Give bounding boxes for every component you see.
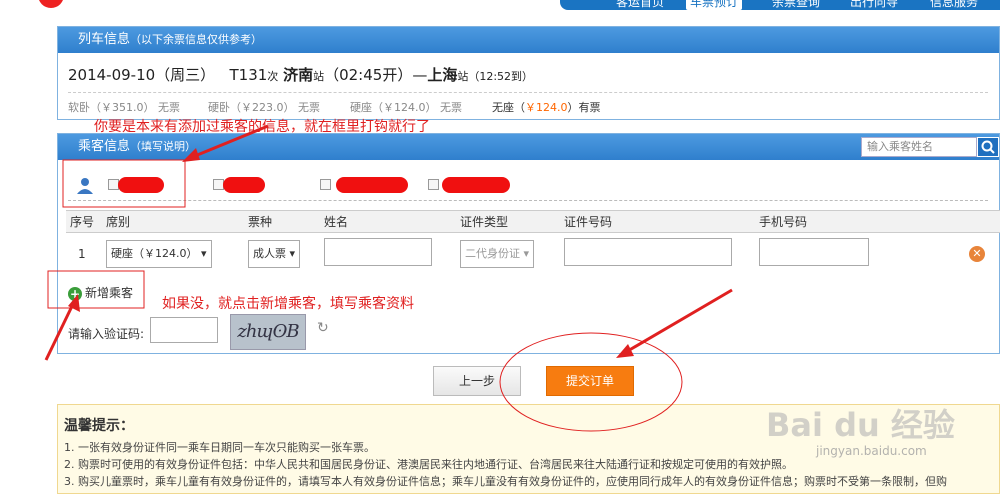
seat-status: 有票 — [578, 101, 601, 114]
seat-standing: 无座（￥124.0）有票 — [492, 99, 601, 115]
train-number: T131 — [229, 66, 268, 84]
to-suffix: 站 — [457, 70, 469, 83]
id-type-select[interactable]: 二代身份证 ▾ — [460, 239, 535, 268]
arrive-time: （12:52到） — [468, 70, 534, 83]
captcha-label: 请输入验证码: — [68, 327, 145, 341]
ticket-type-value: 成人票 — [253, 246, 286, 260]
saved-passenger-2[interactable] — [213, 177, 273, 193]
name-input[interactable] — [324, 238, 432, 267]
id-number-input[interactable] — [564, 238, 732, 267]
redacted-name — [442, 177, 510, 193]
train-info-panel: 列车信息（以下余票信息仅供参考） 2014-09-10（周三） T131次 济南… — [57, 26, 1000, 120]
refresh-icon[interactable]: ↻ — [317, 320, 329, 336]
fill-instructions-link[interactable]: （填写说明） — [130, 140, 196, 153]
add-passenger-button[interactable]: + 新增乘客 — [68, 284, 133, 301]
seat-hard-sleeper: 硬卧（￥223.0） 无票 — [208, 99, 320, 115]
redacted-name — [336, 177, 408, 193]
seat-name: 硬座（￥124.0） — [350, 101, 437, 114]
from-station: 济南 — [283, 66, 314, 84]
tips-title: 温馨提示： — [64, 418, 134, 434]
id-type-value: 二代身份证 — [465, 246, 520, 260]
seat-soft-sleeper: 软卧（￥351.0） 无票 — [68, 99, 180, 115]
seat-price: ￥124.0 — [525, 101, 568, 114]
depart-time: （02:45开） — [324, 66, 413, 84]
redacted-name — [118, 177, 164, 193]
submit-order-button[interactable]: 提交订单 — [546, 366, 634, 396]
phone-input[interactable] — [759, 238, 869, 267]
seat-select[interactable]: 硬座（￥124.0） ▾ — [106, 239, 212, 268]
seat-status: 无票 — [440, 101, 462, 114]
remove-passenger-icon[interactable]: ✕ — [969, 245, 985, 262]
train-info-header: 列车信息（以下余票信息仅供参考） — [58, 27, 999, 53]
col-name: 姓名 — [320, 210, 456, 233]
captcha-image[interactable]: zhɰʘB — [230, 314, 306, 350]
ticket-type-select[interactable]: 成人票 ▾ — [248, 239, 301, 268]
travel-date: 2014-09-10（周三） — [68, 66, 216, 84]
seat-name: 软卧（￥351.0） — [68, 101, 155, 114]
from-suffix: 站 — [313, 70, 325, 83]
person-icon — [76, 177, 94, 194]
table-row: 1 硬座（￥124.0） ▾ 成人票 ▾ 二代身份证 ▾ ✕ — [66, 233, 1000, 275]
passenger-title: 乘客信息 — [78, 139, 131, 154]
col-phone: 手机号码 — [755, 210, 965, 233]
nav-item-booking[interactable]: 车票预订 — [686, 0, 743, 10]
to-station: 上海 — [427, 66, 458, 84]
tip-line: 2. 购票时可使用的有效身份证件包括：中华人民共和国居民身份证、港澳居民来往内地… — [64, 458, 793, 471]
col-action — [965, 210, 1000, 233]
table-header-row: 序号 席别 票种 姓名 证件类型 证件号码 手机号码 — [66, 210, 1000, 233]
plus-icon: + — [68, 286, 82, 301]
seat-hard-seat: 硬座（￥124.0） 无票 — [350, 99, 462, 115]
row-index: 1 — [78, 246, 86, 261]
seat-status: 无票 — [298, 101, 320, 114]
captcha-input[interactable] — [150, 317, 218, 343]
col-ticket-type: 票种 — [244, 210, 320, 233]
seat-paren: ） — [567, 101, 579, 114]
passenger-table: 序号 席别 票种 姓名 证件类型 证件号码 手机号码 1 硬座（￥124.0） … — [66, 210, 1000, 275]
train-info-title: 列车信息 — [78, 32, 131, 47]
col-id-type: 证件类型 — [456, 210, 560, 233]
nav-item-guide[interactable]: 出行向导 — [850, 0, 898, 10]
search-button[interactable] — [977, 137, 999, 157]
annotation-note-2: 如果没，就点击新增乘客，填写乘客资料 — [162, 296, 414, 312]
nav-item-info[interactable]: 信息服务 — [930, 0, 978, 10]
divider — [68, 92, 988, 93]
col-id-number: 证件号码 — [560, 210, 755, 233]
seat-name: 硬卧（￥223.0） — [208, 101, 295, 114]
nav-item-home[interactable]: 客运首页 — [616, 0, 664, 10]
tip-line: 3. 购买儿童票时，乘车儿童有有效身份证件的，请填写本人有效身份证件信息；乘车儿… — [64, 475, 947, 488]
passenger-header: 乘客信息（填写说明） — [58, 134, 999, 160]
train-info-subtitle: （以下余票信息仅供参考） — [130, 33, 263, 46]
saved-passenger-4[interactable] — [428, 177, 516, 193]
train-suffix: 次 — [267, 70, 279, 83]
divider — [68, 200, 988, 201]
passenger-checkbox[interactable] — [320, 179, 331, 190]
railway-logo-icon — [38, 0, 64, 8]
col-index: 序号 — [66, 210, 102, 233]
passenger-panel: 乘客信息（填写说明） 输入乘客姓名 序号 席别 票种 姓名 证件类型 证件号码 … — [57, 133, 1000, 354]
col-seat: 席别 — [102, 210, 244, 233]
back-button[interactable]: 上一步 — [433, 366, 521, 396]
seat-name: 无座（ — [492, 101, 525, 114]
main-nav: 客运首页 车票预订 余票查询 出行向导 信息服务 — [560, 0, 1000, 10]
saved-passenger-1[interactable] — [108, 177, 168, 193]
tip-line: 1. 一张有效身份证件同一乘车日期同一车次只能购买一张车票。 — [64, 441, 375, 454]
top-bar: 客运首页 车票预订 余票查询 出行向导 信息服务 — [0, 0, 1000, 10]
nav-item-query[interactable]: 余票查询 — [772, 0, 820, 10]
saved-passenger-3[interactable] — [320, 177, 412, 193]
seat-select-value: 硬座（￥124.0） — [111, 246, 198, 260]
redacted-name — [223, 177, 265, 193]
passenger-search-input[interactable]: 输入乘客姓名 — [861, 137, 977, 157]
passenger-checkbox[interactable] — [428, 179, 439, 190]
tips-box: 温馨提示： 1. 一张有效身份证件同一乘车日期同一车次只能购买一张车票。 2. … — [57, 404, 1000, 494]
route-dash: — — [412, 66, 428, 84]
train-summary: 2014-09-10（周三） T131次 济南站（02:45开）—上海站（12:… — [68, 64, 533, 85]
search-icon — [981, 140, 995, 154]
add-passenger-label: 新增乘客 — [85, 286, 134, 300]
seat-status: 无票 — [158, 101, 180, 114]
annotation-note-1: 你要是本来有添加过乘客的信息，就在框里打钩就行了 — [94, 119, 430, 135]
